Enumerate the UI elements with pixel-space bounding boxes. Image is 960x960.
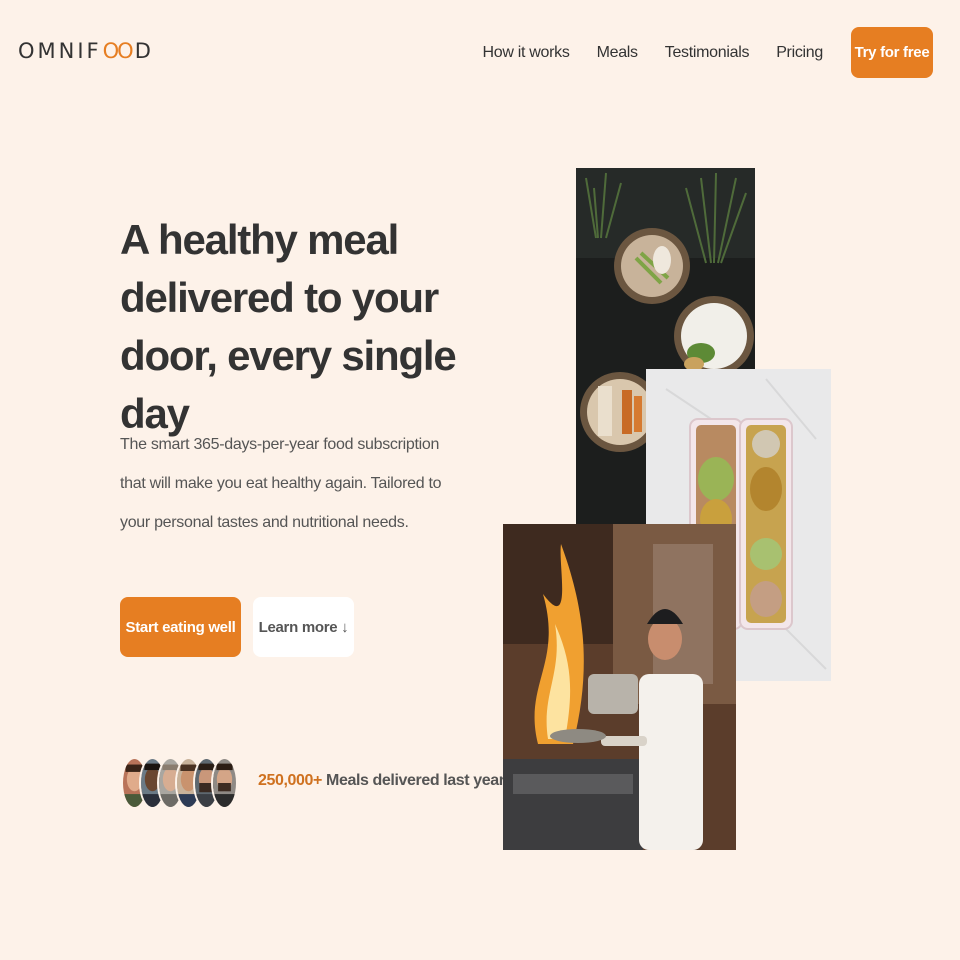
nav-testimonials[interactable]: Testimonials <box>665 44 750 62</box>
chef-cooking-photo <box>503 524 736 850</box>
logo-text-end: D <box>134 39 154 63</box>
meals-delivered-text: 250,000+ Meals delivered last year! <box>258 772 510 790</box>
main-nav: How it works Meals Testimonials Pricing … <box>482 27 933 78</box>
learn-more-button[interactable]: Learn more ↓ <box>253 597 354 657</box>
logo-text-start: OMNIF <box>18 39 102 63</box>
meals-delivered-label: Meals delivered last year! <box>321 772 510 789</box>
customer-avatar <box>211 757 238 809</box>
nav-pricing[interactable]: Pricing <box>776 44 823 62</box>
try-for-free-button[interactable]: Try for free <box>851 27 933 78</box>
start-eating-well-button[interactable]: Start eating well <box>120 597 241 657</box>
omnifood-logo[interactable]: OMNIF OO D <box>18 36 154 66</box>
hero-description: The smart 365-days-per-year food subscri… <box>120 436 442 531</box>
nav-meals[interactable]: Meals <box>597 44 638 62</box>
site-header: OMNIF OO D How it works Meals Testimonials… <box>0 0 960 104</box>
nav-how-it-works[interactable]: How it works <box>482 44 569 62</box>
meals-delivered-count: 250,000+ <box>258 772 322 789</box>
customer-avatars <box>121 757 238 809</box>
logo-infinity: OO <box>102 39 134 63</box>
hero-title: A healthy meal delivered to your door, e… <box>120 216 457 437</box>
